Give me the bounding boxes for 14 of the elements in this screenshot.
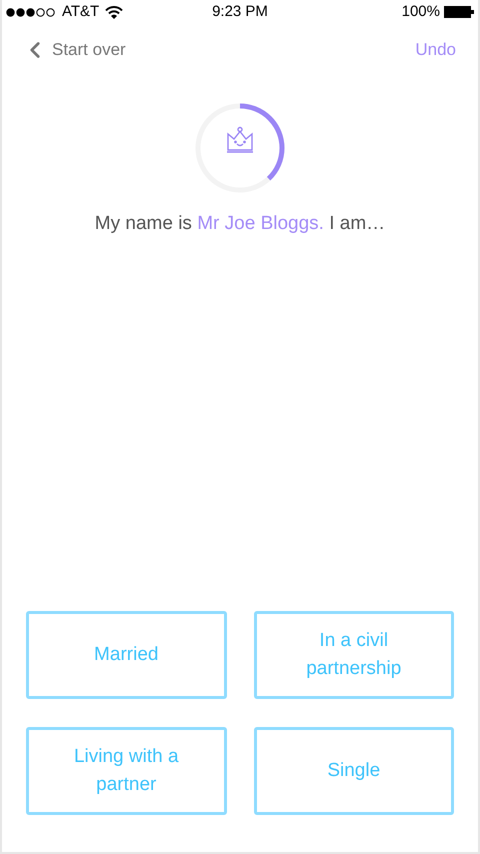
option-button[interactable]: In a civil partnership xyxy=(254,611,454,699)
battery-percent: 100% xyxy=(402,2,440,22)
option-button[interactable]: Single xyxy=(254,727,454,815)
clock-time: 9:23 PM xyxy=(212,2,268,22)
battery-icon xyxy=(444,6,474,18)
name-prompt: My name is Mr Joe Bloggs. I am… xyxy=(94,212,386,236)
signal-icon xyxy=(6,8,56,16)
option-button[interactable]: Married xyxy=(26,611,226,699)
undo-button[interactable]: Undo xyxy=(415,37,456,63)
wifi-icon xyxy=(105,6,124,18)
carrier-name: AT&T xyxy=(62,2,100,22)
crown-icon xyxy=(227,126,253,153)
start-over-button[interactable]: Start over xyxy=(22,37,126,63)
option-button[interactable]: Living with a partner xyxy=(26,727,226,815)
